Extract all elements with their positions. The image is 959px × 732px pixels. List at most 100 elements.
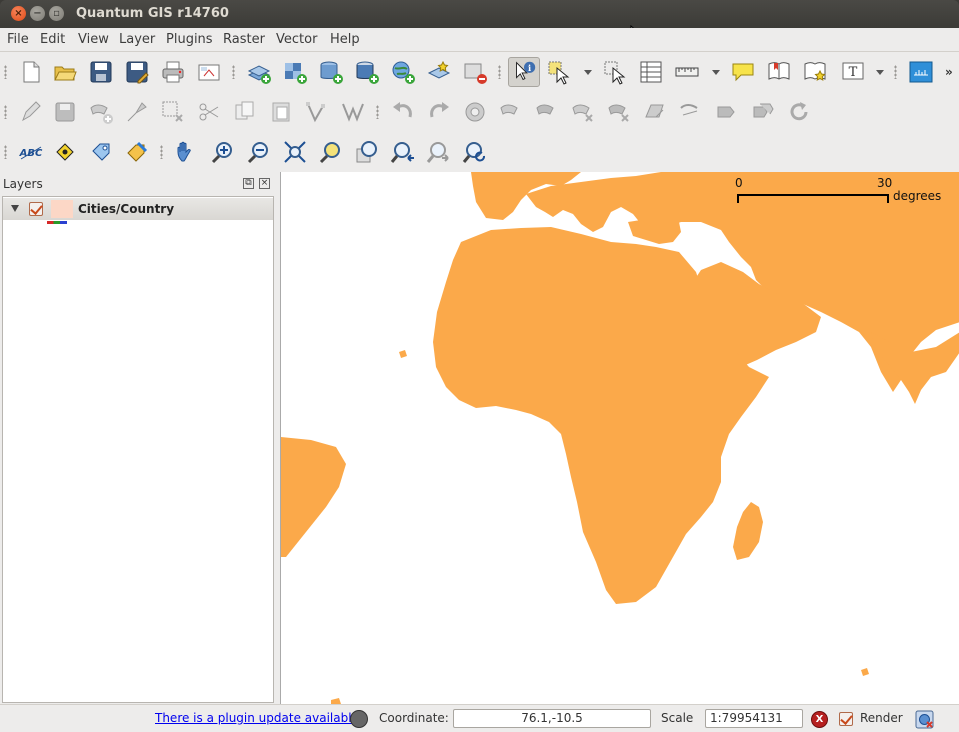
- toolbar-area: i T »: [0, 52, 959, 172]
- add-ring-icon[interactable]: [462, 99, 488, 125]
- scale-field[interactable]: 1:79954131: [705, 709, 803, 728]
- menu-view[interactable]: View: [78, 32, 109, 47]
- menu-edit[interactable]: Edit: [40, 32, 65, 47]
- zoom-to-layer-icon[interactable]: [354, 139, 380, 165]
- offset-curve-icon[interactable]: [678, 99, 704, 125]
- scalebar-unit-label: degrees: [893, 189, 942, 203]
- zoom-out-icon[interactable]: [246, 139, 272, 165]
- add-spatialite-layer-icon[interactable]: [354, 59, 380, 85]
- simplify-icon[interactable]: [340, 99, 366, 125]
- composer-manager-icon[interactable]: [196, 59, 222, 85]
- new-project-icon[interactable]: [18, 59, 44, 85]
- toolbar-map-navigation: ABC: [0, 132, 959, 172]
- zoom-full-icon[interactable]: [282, 139, 308, 165]
- split-features-icon[interactable]: [714, 99, 740, 125]
- toolbar-handle[interactable]: [4, 145, 7, 159]
- save-edits-icon[interactable]: [52, 99, 78, 125]
- render-checkbox[interactable]: [839, 712, 853, 726]
- fill-ring-icon[interactable]: [534, 99, 560, 125]
- delete-selected-icon[interactable]: [160, 99, 186, 125]
- projection-settings-icon[interactable]: [915, 710, 934, 729]
- text-annotation-icon[interactable]: T: [840, 59, 866, 85]
- pan-icon[interactable]: [174, 139, 200, 165]
- layer-row[interactable]: Cities/Country: [3, 198, 273, 220]
- add-vector-layer-icon[interactable]: [246, 59, 272, 85]
- rotate-label-icon[interactable]: [88, 139, 114, 165]
- node-tool-icon[interactable]: [304, 99, 330, 125]
- print-composer-icon[interactable]: [160, 59, 186, 85]
- identify-icon[interactable]: i: [508, 57, 540, 87]
- map-canvas[interactable]: 0 30 degrees: [280, 172, 959, 704]
- show-bookmarks-icon[interactable]: [802, 59, 828, 85]
- add-postgis-layer-icon[interactable]: [318, 59, 344, 85]
- status-bar: There is a plugin update available Coord…: [0, 704, 959, 732]
- add-raster-layer-icon[interactable]: [282, 59, 308, 85]
- layers-panel-title: Layers: [3, 177, 43, 191]
- change-label-icon[interactable]: [124, 139, 150, 165]
- toolbar-separator: [894, 65, 897, 79]
- expand-arrow-icon[interactable]: [11, 205, 19, 212]
- measure-dropdown-arrow[interactable]: [712, 70, 720, 75]
- toolbar-separator: [376, 105, 379, 119]
- render-label: Render: [860, 711, 903, 725]
- add-feature-icon[interactable]: [88, 99, 114, 125]
- toolbar-handle[interactable]: [4, 105, 7, 119]
- zoom-next-icon[interactable]: [426, 139, 452, 165]
- select-features-icon[interactable]: [546, 59, 572, 85]
- panel-float-button[interactable]: ⧉: [243, 178, 254, 189]
- menu-vector[interactable]: Vector: [276, 32, 317, 47]
- window-close-button[interactable]: ×: [11, 6, 26, 21]
- add-part-icon[interactable]: [498, 99, 524, 125]
- python-console-icon[interactable]: [908, 59, 934, 85]
- map-tips-icon[interactable]: [730, 59, 756, 85]
- new-shapefile-icon[interactable]: [426, 59, 452, 85]
- window-maximize-button[interactable]: ▫: [49, 6, 64, 21]
- open-attribute-table-icon[interactable]: [638, 59, 664, 85]
- merge-selected-icon[interactable]: [750, 99, 776, 125]
- toolbar-handle[interactable]: [4, 65, 7, 79]
- menu-layer[interactable]: Layer: [119, 32, 155, 47]
- paste-features-icon[interactable]: [268, 99, 294, 125]
- layer-visibility-checkbox[interactable]: [29, 202, 43, 216]
- reshape-icon[interactable]: [642, 99, 668, 125]
- delete-part-icon[interactable]: [606, 99, 632, 125]
- menu-raster[interactable]: Raster: [223, 32, 265, 47]
- move-feature-icon[interactable]: [124, 99, 150, 125]
- toggle-editing-icon[interactable]: [18, 99, 44, 125]
- save-project-icon[interactable]: [88, 59, 114, 85]
- menu-file[interactable]: File: [7, 32, 29, 47]
- pin-label-icon[interactable]: [52, 139, 78, 165]
- redo-icon[interactable]: [426, 99, 452, 125]
- zoom-to-selection-icon[interactable]: [318, 139, 344, 165]
- zoom-in-icon[interactable]: [210, 139, 236, 165]
- copy-features-icon[interactable]: [232, 99, 258, 125]
- deselect-icon[interactable]: [602, 59, 628, 85]
- undo-icon[interactable]: [390, 99, 416, 125]
- panel-close-button[interactable]: ×: [259, 178, 270, 189]
- toolbar-overflow-button[interactable]: »: [945, 65, 953, 79]
- remove-layer-icon[interactable]: [462, 59, 488, 85]
- rotate-symbol-icon[interactable]: [786, 99, 812, 125]
- window-minimize-button[interactable]: −: [30, 6, 45, 21]
- measure-line-icon[interactable]: [674, 59, 700, 85]
- refresh-icon[interactable]: [462, 139, 488, 165]
- open-project-icon[interactable]: [52, 59, 78, 85]
- label-icon[interactable]: ABC: [18, 139, 44, 165]
- menu-plugins[interactable]: Plugins: [166, 32, 213, 47]
- cut-features-icon[interactable]: [196, 99, 222, 125]
- coordinate-field[interactable]: 76.1,-10.5: [453, 709, 651, 728]
- annotation-dropdown-arrow[interactable]: [876, 70, 884, 75]
- plugin-update-link[interactable]: There is a plugin update available: [155, 711, 359, 725]
- menu-help[interactable]: Help: [330, 32, 360, 47]
- new-bookmark-icon[interactable]: [766, 59, 792, 85]
- plugin-update-icon[interactable]: [350, 710, 368, 728]
- layer-name: Cities/Country: [78, 202, 175, 216]
- select-dropdown-arrow[interactable]: [584, 70, 592, 75]
- land-polygons: [281, 172, 959, 704]
- add-wms-layer-icon[interactable]: [390, 59, 416, 85]
- save-as-icon[interactable]: [124, 59, 150, 85]
- zoom-last-icon[interactable]: [390, 139, 416, 165]
- delete-ring-icon[interactable]: [570, 99, 596, 125]
- stop-render-button[interactable]: X: [811, 711, 828, 728]
- scale-label: Scale: [661, 711, 694, 725]
